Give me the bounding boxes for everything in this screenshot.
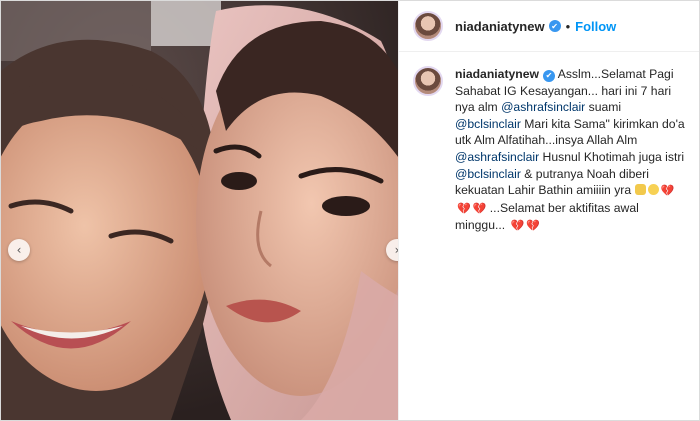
verified-badge-icon: ✔ xyxy=(542,70,555,83)
verified-badge-icon: ✔ xyxy=(548,20,561,32)
post-header: niadaniatynew ✔ • Follow xyxy=(399,1,699,52)
broken-heart-icon: 💔 xyxy=(526,219,540,233)
smile-emoji-icon xyxy=(647,184,659,196)
broken-heart-icon: 💔 xyxy=(457,201,471,215)
broken-heart-icon: 💔 xyxy=(472,201,487,215)
caption-avatar[interactable] xyxy=(413,66,443,96)
prayer-emoji-icon xyxy=(634,184,646,196)
avatar[interactable] xyxy=(413,11,443,41)
photo-image xyxy=(1,1,398,420)
mention-link[interactable]: @ashrafsinclair xyxy=(501,100,585,114)
mention-link[interactable]: @ashrafsinclair xyxy=(455,150,539,164)
caption-row: niadaniatynew ✔ Asslm...Selamat Pagi Saha… xyxy=(399,52,699,235)
separator-dot: • xyxy=(565,18,571,34)
mention-link[interactable]: @bclsinclair xyxy=(455,167,521,181)
broken-heart-icon: 💔 xyxy=(660,184,675,198)
follow-button[interactable]: Follow xyxy=(575,19,616,34)
caption-text: niadaniatynew ✔ Asslm...Selamat Pagi Saha… xyxy=(455,66,685,235)
instagram-post: ‹ › niadaniatynew ✔ • Follow niadaniatyn… xyxy=(0,0,700,421)
post-sidebar: niadaniatynew ✔ • Follow niadaniatynew ✔ … xyxy=(398,1,699,420)
broken-heart-icon: 💔 xyxy=(510,219,525,233)
header-username[interactable]: niadaniatynew xyxy=(455,19,545,34)
post-photo[interactable]: ‹ › xyxy=(1,1,398,420)
previous-photo-button[interactable]: ‹ xyxy=(8,239,30,261)
caption-part: suami xyxy=(585,100,622,115)
caption-part: Husnul Khotimah juga istri xyxy=(539,149,685,164)
caption-username[interactable]: niadaniatynew xyxy=(455,67,539,81)
chevron-left-icon: ‹ xyxy=(16,243,22,257)
mention-link[interactable]: @bclsinclair xyxy=(455,117,521,131)
